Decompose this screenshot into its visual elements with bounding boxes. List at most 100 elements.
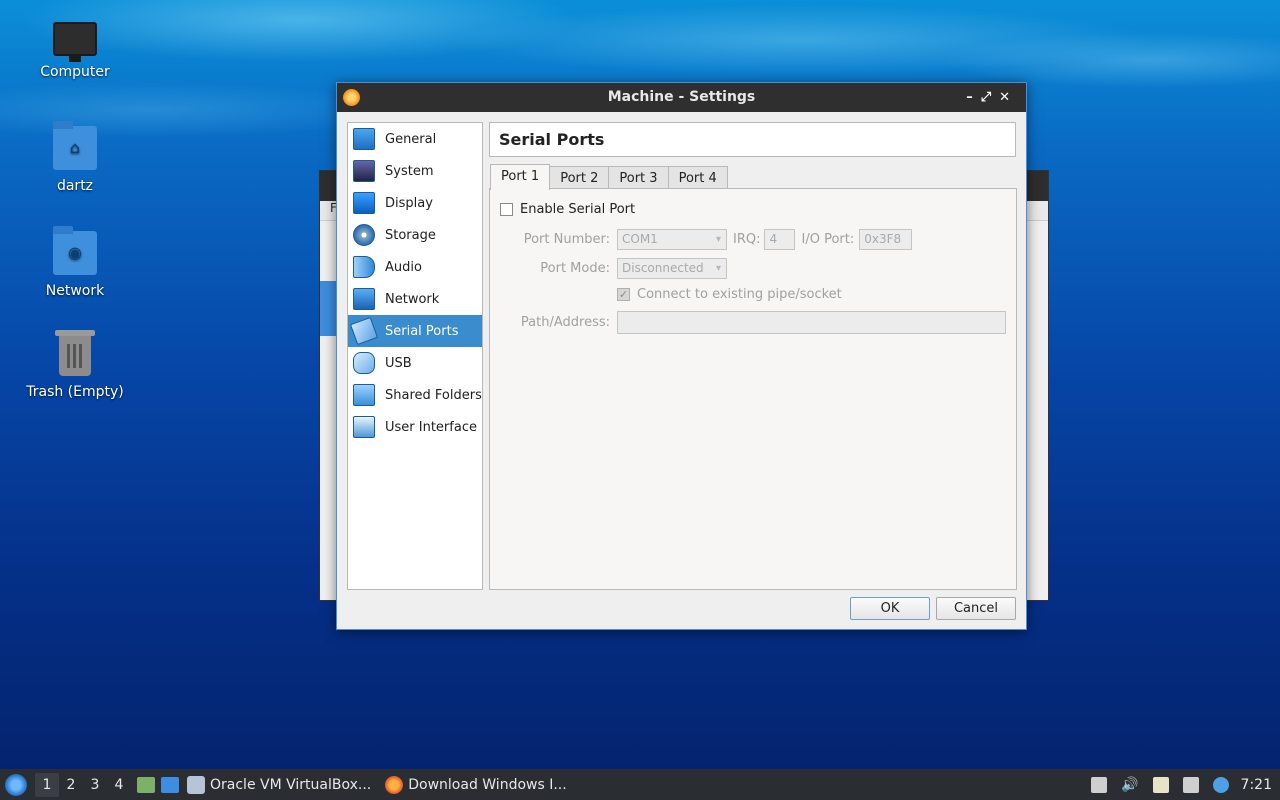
serial-ports-icon <box>349 316 379 346</box>
updates-icon[interactable] <box>1212 776 1229 793</box>
task-firefox[interactable]: Download Windows I... <box>385 775 567 794</box>
window-controls: –⤢✕ <box>966 83 1018 112</box>
show-desktop-icon[interactable] <box>161 776 179 793</box>
sidebar-item-audio[interactable]: Audio <box>348 251 482 283</box>
start-menu-icon[interactable] <box>5 773 27 796</box>
sidebar-item-general[interactable]: General <box>348 123 482 155</box>
dialog-titlebar[interactable]: Machine - Settings –⤢✕ <box>337 83 1026 112</box>
sidebar-item-shared-folders[interactable]: Shared Folders <box>348 379 482 411</box>
audio-icon <box>353 256 375 278</box>
port-mode-row: Port Mode: Disconnected <box>490 258 727 279</box>
sidebar-item-user-interface[interactable]: User Interface <box>348 411 482 443</box>
sidebar-item-usb[interactable]: USB <box>348 347 482 379</box>
firefox-icon <box>385 775 404 794</box>
port-mode-select[interactable]: Disconnected <box>617 258 727 279</box>
tab-port-4[interactable]: Port 4 <box>667 166 728 190</box>
sidebar-item-label: General <box>385 131 437 147</box>
network-icon <box>353 288 375 310</box>
path-address-row: Path/Address: <box>490 311 1006 334</box>
desktop-icon-trash[interactable]: Trash (Empty) <box>15 330 135 400</box>
irq-field[interactable]: 4 <box>764 229 796 250</box>
system-tray: 🔊 7:21 <box>1077 769 1272 800</box>
port-tabs: Port 1 Port 2 Port 3 Port 4 <box>490 164 728 190</box>
dialog-title: Machine - Settings <box>607 89 756 105</box>
virtualbox-icon <box>187 775 205 794</box>
task-label: Oracle VM VirtualBox... <box>210 776 372 793</box>
clock[interactable]: 7:21 <box>1241 777 1272 793</box>
settings-dialog: Machine - Settings –⤢✕ General System Di… <box>336 82 1027 630</box>
irq-label: IRQ: <box>733 232 761 247</box>
network-status-icon[interactable] <box>1182 776 1199 793</box>
maximize-button[interactable]: ⤢ <box>981 90 999 105</box>
general-icon <box>353 128 375 150</box>
cancel-button[interactable]: Cancel <box>936 597 1016 620</box>
minimize-button[interactable]: – <box>966 90 981 105</box>
sidebar-item-system[interactable]: System <box>348 155 482 187</box>
storage-icon <box>353 224 375 246</box>
settings-sidebar: General System Display Storage Audio Net… <box>347 122 483 590</box>
enable-serial-port-label: Enable Serial Port <box>520 202 636 217</box>
workspace-1[interactable]: 1 <box>35 772 59 797</box>
sidebar-item-label: User Interface <box>385 419 477 435</box>
connect-existing-label: Connect to existing pipe/socket <box>637 287 842 302</box>
port-number-select[interactable]: COM1 <box>617 229 727 250</box>
task-virtualbox[interactable]: Oracle VM VirtualBox... <box>187 775 372 794</box>
tab-port-2[interactable]: Port 2 <box>549 166 610 190</box>
sidebar-item-label: Audio <box>385 259 422 275</box>
usb-icon <box>353 352 375 374</box>
tab-port-1[interactable]: Port 1 <box>490 164 551 190</box>
desktop-icon-label: Network <box>45 283 105 299</box>
enable-serial-port-checkbox[interactable] <box>500 203 513 216</box>
sidebar-item-label: Display <box>385 195 433 211</box>
port-number-label: Port Number: <box>523 232 610 247</box>
port-mode-label: Port Mode: <box>540 261 610 276</box>
task-label: Download Windows I... <box>408 776 567 793</box>
io-port-field[interactable]: 0x3F8 <box>859 229 913 250</box>
workspace-2[interactable]: 2 <box>59 777 83 793</box>
desktop-icon-label: dartz <box>56 178 94 194</box>
home-folder-icon: ⌂ <box>53 121 97 170</box>
io-port-label: I/O Port: <box>801 232 855 247</box>
port-number-row: Port Number: COM1 IRQ: 4 I/O Port: 0x3F8 <box>490 229 913 250</box>
sidebar-item-label: Storage <box>385 227 436 243</box>
sidebar-item-display[interactable]: Display <box>348 187 482 219</box>
connect-existing-row[interactable]: ✓ Connect to existing pipe/socket <box>617 287 842 302</box>
sidebar-item-label: USB <box>385 355 412 371</box>
sidebar-item-serial-ports[interactable]: Serial Ports <box>348 315 482 347</box>
system-icon <box>353 160 375 182</box>
shared-folders-icon <box>353 384 375 406</box>
desktop-icon-network[interactable]: ◉ Network <box>15 226 135 299</box>
path-address-label: Path/Address: <box>520 315 610 330</box>
path-address-field[interactable] <box>617 311 1006 334</box>
ok-button[interactable]: OK <box>850 597 930 620</box>
close-button[interactable]: ✕ <box>999 90 1018 105</box>
volume-icon[interactable]: 🔊 <box>1121 777 1138 793</box>
sidebar-item-label: Network <box>385 291 440 307</box>
computer-icon <box>53 22 97 62</box>
workspace-3[interactable]: 3 <box>83 777 107 793</box>
eject-icon[interactable] <box>1091 776 1108 793</box>
desktop-icon-home[interactable]: ⌂ dartz <box>15 121 135 194</box>
section-title: Serial Ports <box>489 122 1016 157</box>
connect-existing-checkbox[interactable]: ✓ <box>617 288 630 301</box>
sidebar-item-label: Serial Ports <box>385 323 459 339</box>
desktop-icon-label: Trash (Empty) <box>26 384 124 400</box>
tab-port-3[interactable]: Port 3 <box>608 166 669 190</box>
sidebar-item-label: System <box>385 163 434 179</box>
sidebar-item-network[interactable]: Network <box>348 283 482 315</box>
virtualbox-settings-icon <box>343 89 360 106</box>
workspace-4[interactable]: 4 <box>107 777 131 793</box>
sidebar-item-label: Shared Folders <box>385 387 482 403</box>
taskbar: 1 2 3 4 Oracle VM VirtualBox... Download… <box>0 769 1280 800</box>
network-folder-icon: ◉ <box>53 226 97 275</box>
trash-icon <box>55 330 95 376</box>
desktop-icon-computer[interactable]: Computer <box>15 16 135 80</box>
sidebar-item-storage[interactable]: Storage <box>348 219 482 251</box>
file-manager-icon[interactable] <box>137 776 155 793</box>
display-icon <box>353 192 375 214</box>
user-interface-icon <box>353 416 375 438</box>
desktop-icon-label: Computer <box>40 64 110 80</box>
clipboard-icon[interactable] <box>1152 776 1169 793</box>
serial-port-panel: Enable Serial Port Port Number: COM1 IRQ… <box>489 188 1017 590</box>
enable-serial-port-row[interactable]: Enable Serial Port <box>500 202 635 217</box>
